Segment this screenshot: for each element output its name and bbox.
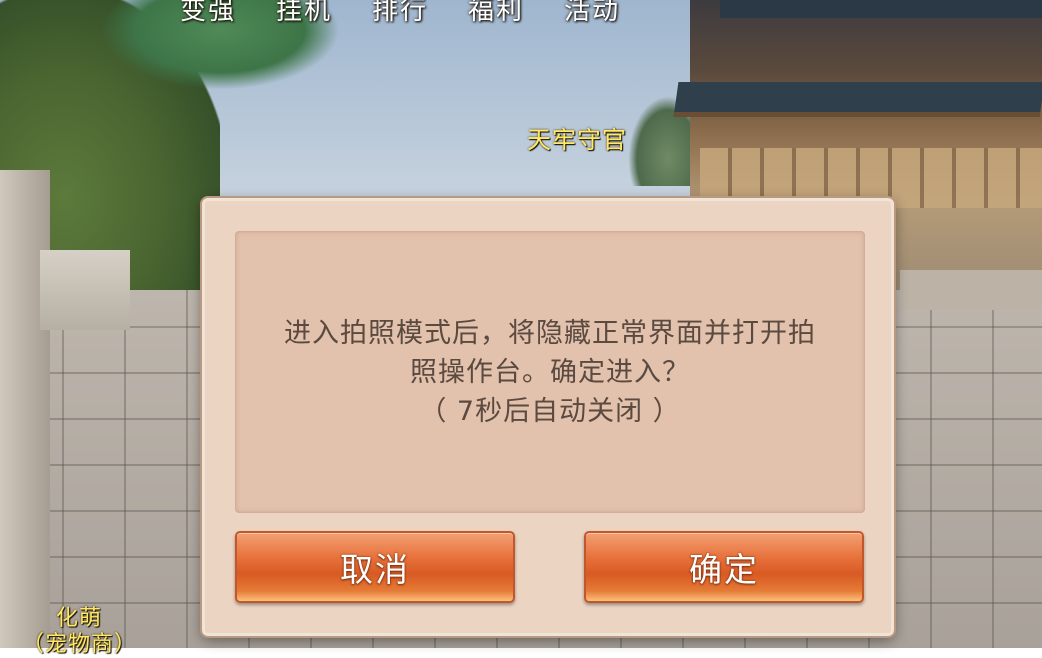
menu-item-events[interactable]: 活动 (564, 0, 620, 27)
npc-name-label[interactable]: 天牢守官 (527, 120, 627, 155)
dialog-message-line: 进入拍照模式后，将隐藏正常界面并打开拍 (284, 317, 816, 349)
cancel-button-label: 取消 (340, 550, 410, 589)
cancel-button[interactable]: 取消 (235, 531, 515, 603)
menu-item-strengthen[interactable]: 变强 (180, 0, 236, 27)
auto-close-countdown: （ 7秒后自动关闭 ） (419, 395, 681, 427)
temple-roof (673, 82, 1042, 117)
dialog-message-box: 进入拍照模式后，将隐藏正常界面并打开拍 照操作台。确定进入？ （ 7秒后自动关闭… (235, 231, 865, 513)
npc-title-label-pet-merchant: （宠物商） (22, 632, 138, 657)
stone-pillar (0, 170, 50, 648)
photo-mode-confirm-dialog: 进入拍照模式后，将隐藏正常界面并打开拍 照操作台。确定进入？ （ 7秒后自动关闭… (202, 198, 894, 636)
dialog-message-line: 照操作台。确定进入？ (410, 356, 690, 388)
temple-upper-roof (720, 0, 1042, 18)
confirm-button-label: 确定 (689, 550, 759, 589)
menu-item-auto-battle[interactable]: 挂机 (276, 0, 332, 27)
menu-item-welfare[interactable]: 福利 (468, 0, 524, 27)
stone-wall (900, 270, 1042, 310)
top-menu-bar: 变强 挂机 排行 福利 活动 (180, 0, 620, 27)
stone-railing (40, 250, 130, 330)
confirm-button[interactable]: 确定 (584, 531, 864, 603)
menu-item-ranking[interactable]: 排行 (372, 0, 428, 27)
